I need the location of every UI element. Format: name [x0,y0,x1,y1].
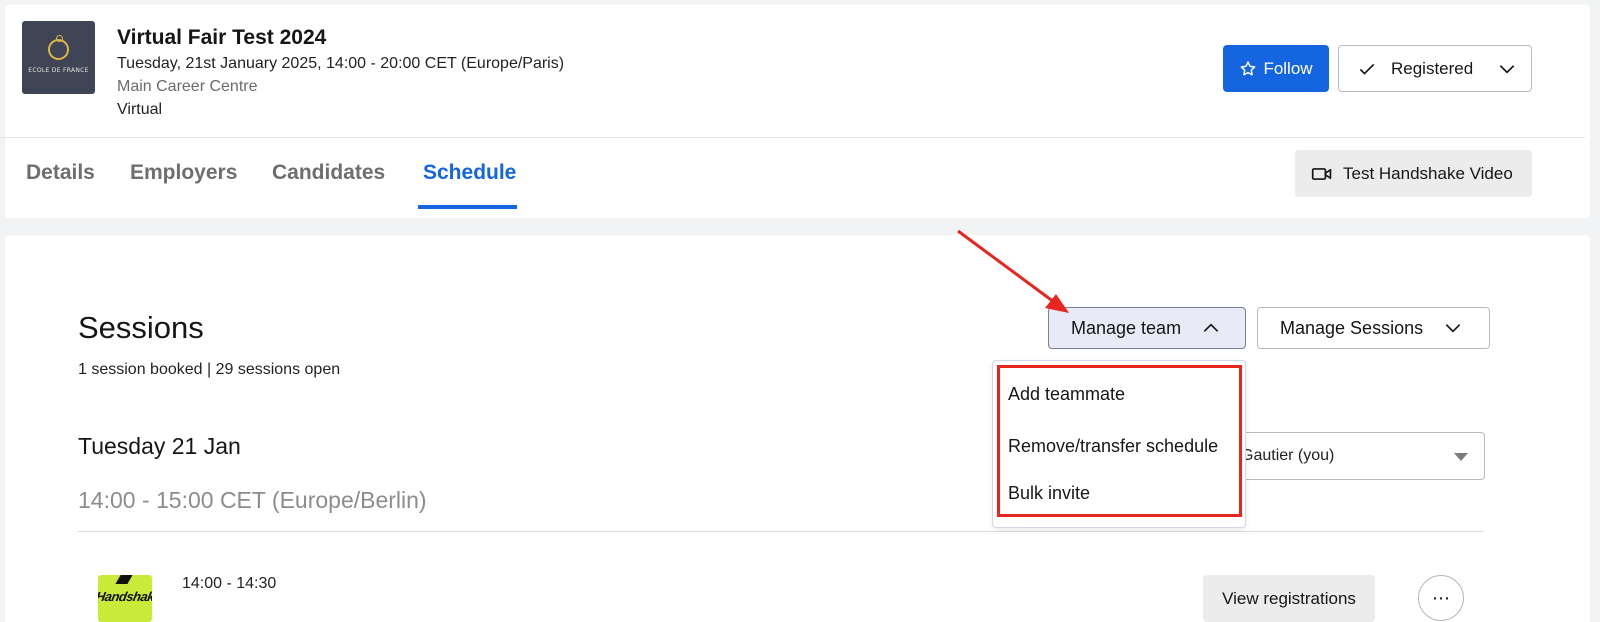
chevron-down-icon [1445,324,1461,333]
tab-details[interactable]: Details [26,161,95,185]
time-range-heading: 14:00 - 15:00 CET (Europe/Berlin) [78,487,427,513]
company-logo: Handshake [98,575,152,622]
manage-sessions-label: Manage Sessions [1280,317,1424,338]
team-member-select-value: Gautier (you) [1241,447,1335,464]
company-logo-text: Handshake [98,589,152,604]
active-tab-indicator [418,205,517,209]
follow-button[interactable]: Follow [1223,45,1329,92]
caret-down-icon [1454,453,1468,461]
chevron-down-icon [1499,64,1515,74]
registered-dropdown-button[interactable]: Registered [1338,45,1532,92]
test-video-label: Test Handshake Video [1343,163,1513,183]
event-career-centre: Main Career Centre [117,78,258,95]
slot-time: 14:00 - 14:30 [182,575,277,592]
manage-sessions-button[interactable]: Manage Sessions [1257,307,1490,349]
annotation-highlight-box [997,365,1242,517]
event-title: Virtual Fair Test 2024 [117,26,327,49]
test-video-button[interactable]: Test Handshake Video [1295,150,1532,197]
check-icon [1359,63,1375,75]
star-icon [1241,60,1256,76]
company-logo-mark [115,575,133,584]
chevron-up-icon [1203,323,1219,332]
tab-candidates[interactable]: Candidates [272,161,385,185]
schedule-card [5,235,1590,622]
registered-label: Registered [1391,58,1474,78]
sessions-title: Sessions [78,310,204,345]
school-logo: ECOLE DE FRANCE [22,21,95,94]
header-divider [0,137,1585,138]
ellipsis-icon: ⋯ [1432,587,1450,609]
tab-employers[interactable]: Employers [130,161,237,185]
session-list-divider [78,531,1484,532]
event-location: Virtual [117,101,163,118]
more-options-button[interactable]: ⋯ [1418,575,1464,621]
manage-team-label: Manage team [1071,317,1182,338]
view-registrations-button[interactable]: View registrations [1203,575,1375,622]
team-member-select[interactable]: Gautier (you) [1226,432,1485,480]
follow-label: Follow [1263,58,1313,78]
school-emblem-icon [48,35,69,60]
manage-team-button[interactable]: Manage team [1048,307,1246,349]
day-heading: Tuesday 21 Jan [78,433,241,459]
school-logo-text: ECOLE DE FRANCE [28,67,89,74]
event-date: Tuesday, 21st January 2025, 14:00 - 20:0… [117,55,565,72]
tab-schedule[interactable]: Schedule [423,161,516,185]
sessions-summary: 1 session booked | 29 sessions open [78,361,341,378]
video-camera-icon [1311,167,1332,180]
